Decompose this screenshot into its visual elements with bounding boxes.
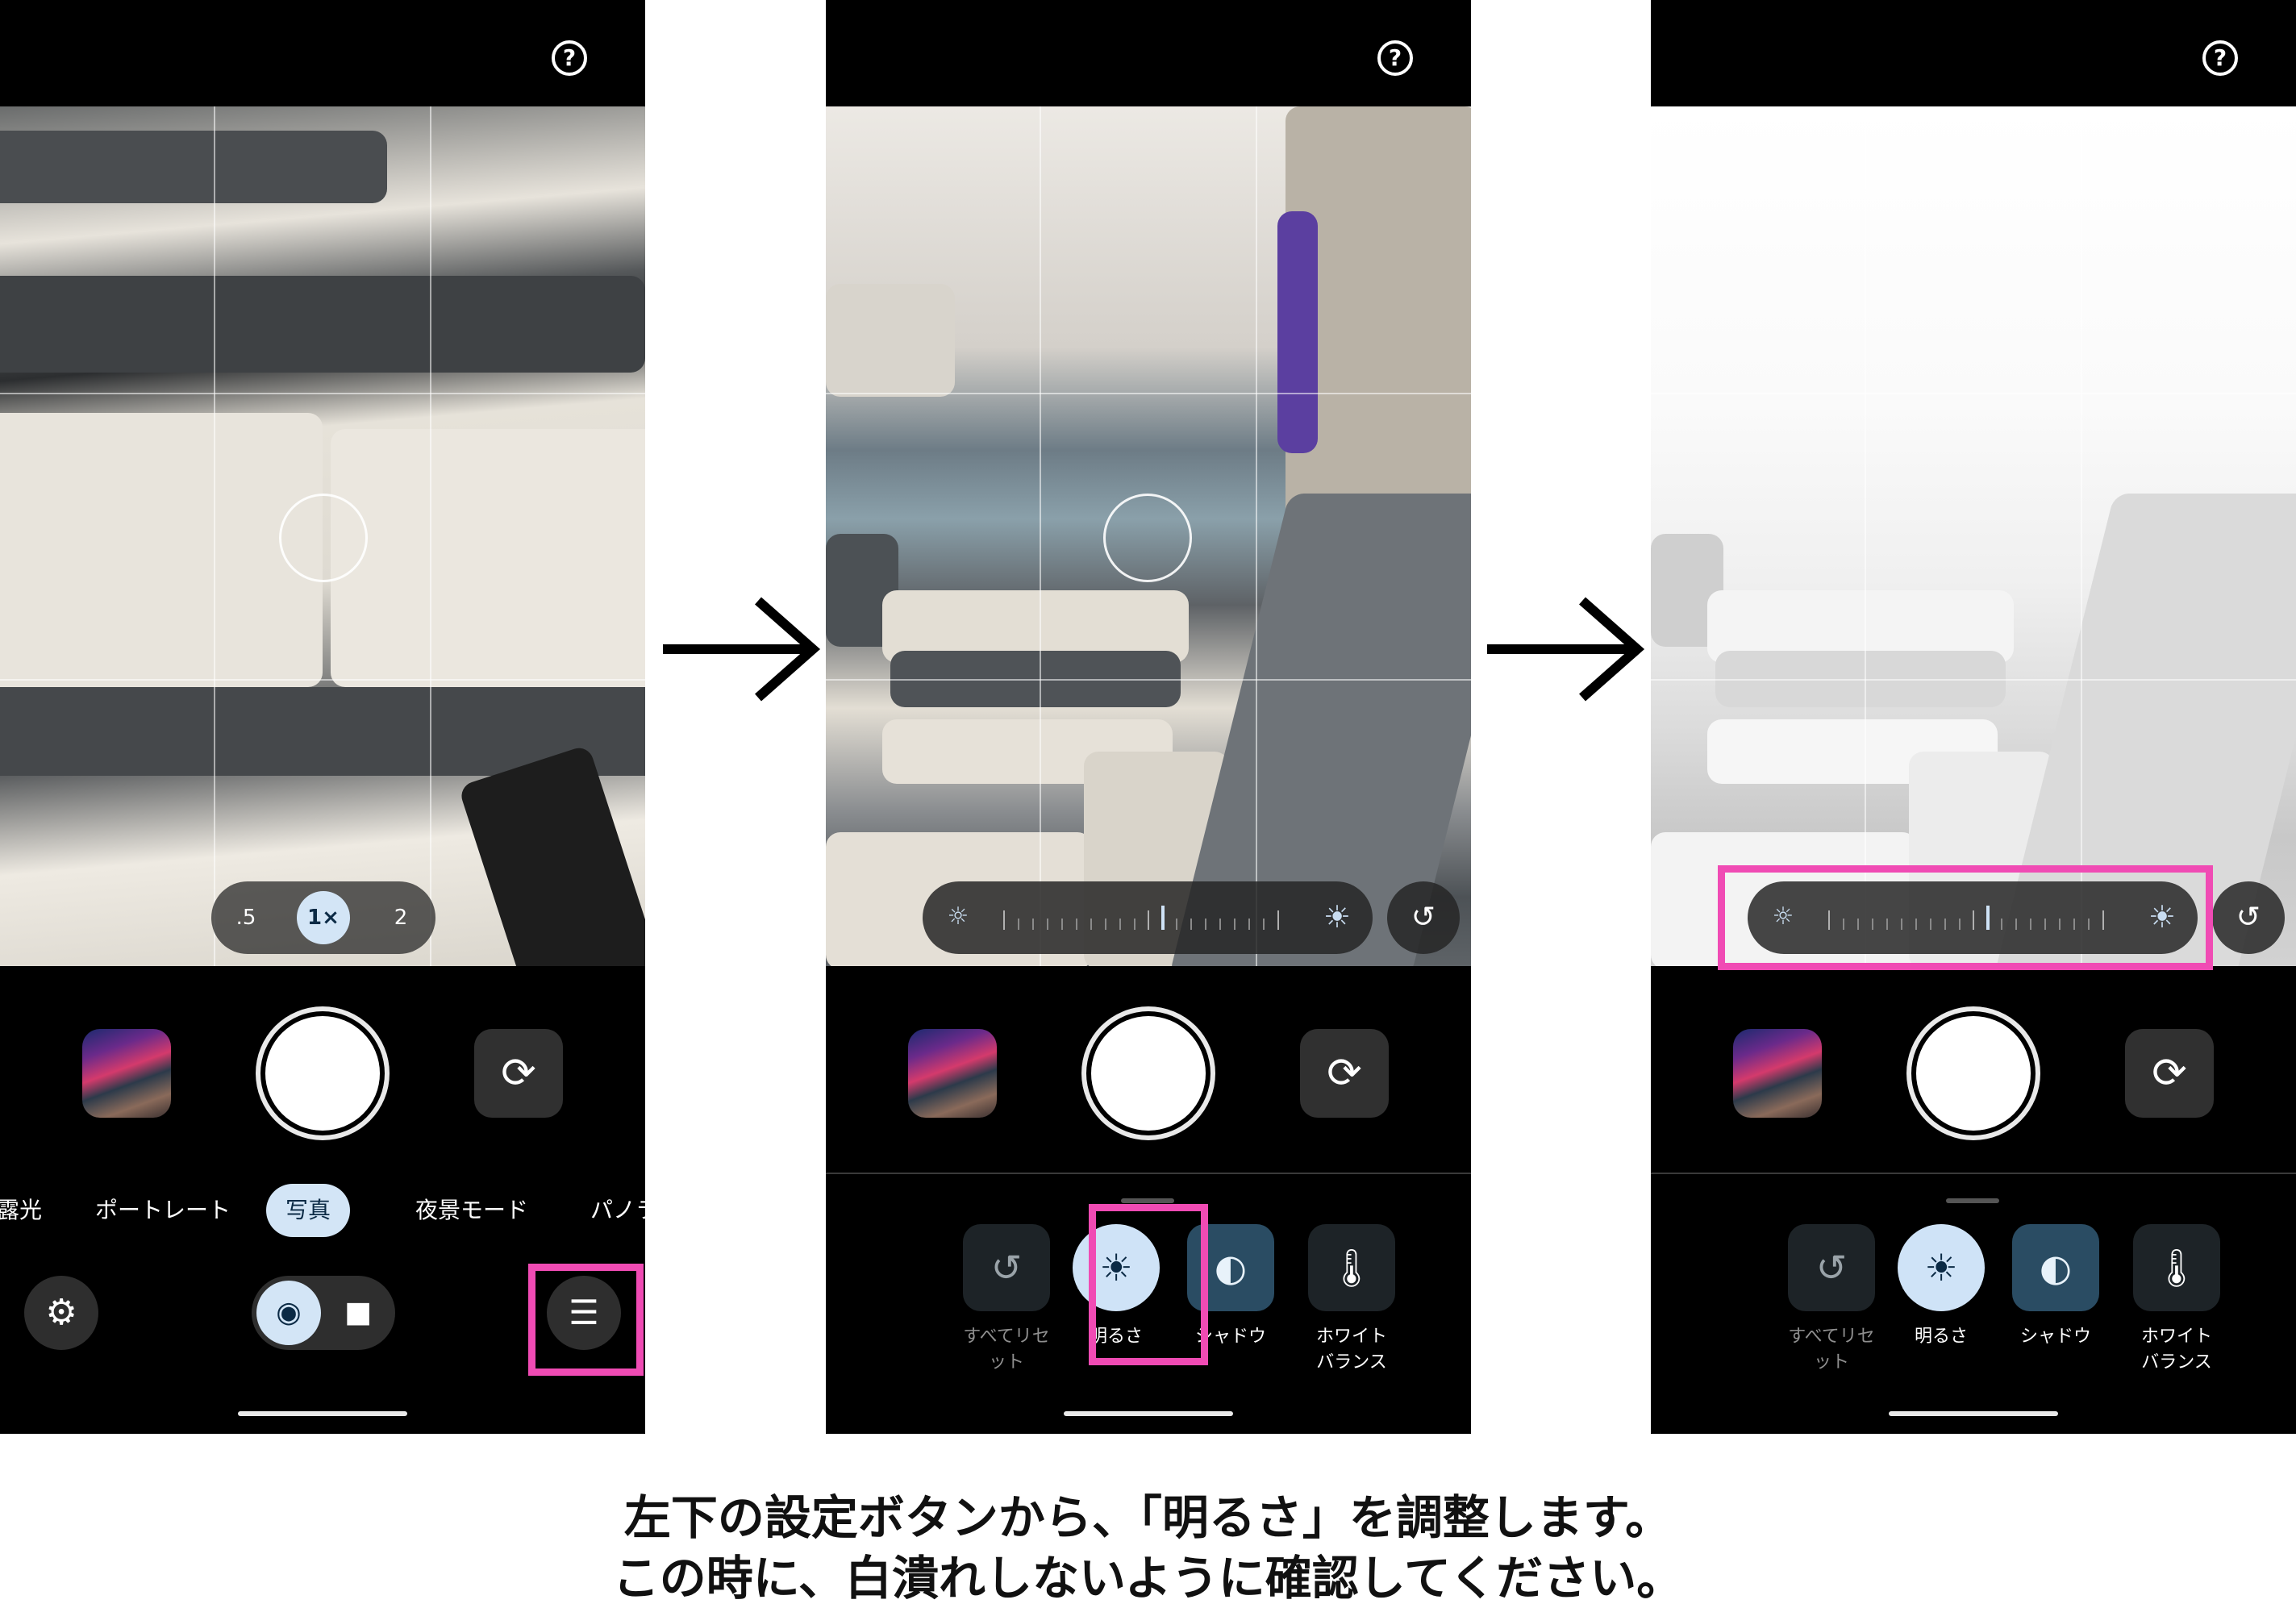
mode-photo[interactable]: 写真	[266, 1184, 351, 1237]
seat-cushion	[0, 131, 387, 203]
panel-divider	[826, 1173, 1471, 1174]
slider-ticks	[1003, 899, 1292, 936]
grid-line	[1651, 679, 2296, 681]
seat-cushion	[0, 413, 323, 687]
adjust-white-balance[interactable]: 🌡 ホワイト バランス	[2127, 1224, 2227, 1376]
viewfinder[interactable]	[826, 106, 1471, 966]
grid-line	[826, 393, 1471, 394]
mode-portrait[interactable]: ポートレート	[95, 1184, 231, 1237]
brightness-high-icon: ☀	[1323, 899, 1352, 935]
camera-icon[interactable]: ◉	[256, 1281, 321, 1345]
home-indicator	[1064, 1411, 1233, 1416]
shutter-inner	[1916, 1016, 2031, 1131]
shutter-button[interactable]	[256, 1006, 390, 1140]
reset-icon: ↺	[1788, 1224, 1875, 1311]
focus-ring	[1103, 494, 1192, 582]
banner	[1277, 211, 1318, 453]
grid-line	[214, 106, 215, 966]
photo-video-toggle: ◉ ■	[252, 1276, 395, 1350]
adjust-reset-all[interactable]: ↺ すべてリセット	[1781, 1224, 1881, 1376]
focus-ring	[279, 494, 368, 582]
help-icon[interactable]: ?	[1377, 40, 1413, 76]
flip-camera-icon[interactable]: ⟳	[2125, 1029, 2214, 1118]
adjust-brightness[interactable]: ☀ 明るさ	[1891, 1224, 1991, 1350]
grid-line	[1651, 393, 2296, 394]
video-icon[interactable]: ■	[326, 1281, 390, 1345]
grid-line	[1865, 106, 1866, 966]
highlight-brightness-button	[1089, 1204, 1208, 1365]
viewfinder[interactable]	[1651, 106, 2296, 966]
reset-icon[interactable]: ↺	[2212, 881, 2285, 954]
grid-line	[430, 106, 431, 966]
reset-icon: ↺	[963, 1224, 1050, 1311]
adjust-shadow[interactable]: ◐ シャドウ	[2006, 1224, 2106, 1350]
camera-screen-1: ? .5 1× 2 ⟳ 露光 ポートレート 写真 夜景モード パノラ ⚙	[0, 0, 645, 1434]
flip-camera-icon[interactable]: ⟳	[1300, 1029, 1389, 1118]
shutter-button[interactable]	[1906, 1006, 2040, 1140]
grid-line	[1256, 106, 1257, 966]
thermometer-icon: 🌡	[1308, 1224, 1395, 1311]
highlight-adjust-button	[528, 1264, 644, 1376]
home-indicator	[1889, 1411, 2058, 1416]
adjust-white-balance[interactable]: 🌡 ホワイト バランス	[1302, 1224, 1402, 1376]
grid-line	[826, 679, 1471, 681]
adjust-label: すべてリセット	[1788, 1327, 1875, 1373]
brightness-sun-icon: ☀	[1898, 1224, 1985, 1311]
mode-panorama[interactable]: パノラ	[590, 1184, 645, 1237]
adjust-label: ホワイト バランス	[2140, 1327, 2212, 1373]
seat-cushion	[0, 276, 645, 373]
flash-unit	[457, 744, 645, 966]
arrow-right-icon	[1487, 597, 1645, 702]
viewfinder[interactable]	[0, 106, 645, 966]
brightness-low-icon: ☼	[947, 902, 969, 931]
zoom-1x-button[interactable]: 1×	[297, 891, 350, 944]
adjust-label: 明るさ	[1914, 1327, 1968, 1347]
drag-handle[interactable]	[1121, 1198, 1174, 1203]
gallery-thumbnail[interactable]	[82, 1029, 171, 1118]
caption-line-1: 左下の設定ボタンから、「明るさ」を調整します。	[623, 1490, 1673, 1545]
mode-exposure[interactable]: 露光	[0, 1184, 42, 1237]
contrast-moon-icon: ◐	[2012, 1224, 2099, 1311]
drag-handle[interactable]	[1946, 1198, 1999, 1203]
gallery-thumbnail[interactable]	[908, 1029, 997, 1118]
adjust-label: ホワイト バランス	[1315, 1327, 1387, 1373]
grid-line	[1040, 106, 1041, 966]
thermometer-icon: 🌡	[2133, 1224, 2220, 1311]
help-icon[interactable]: ?	[2202, 40, 2238, 76]
home-indicator	[238, 1411, 407, 1416]
flip-camera-icon[interactable]: ⟳	[474, 1029, 563, 1118]
shutter-inner	[265, 1016, 380, 1131]
zoom-0-5-button[interactable]: .5	[219, 891, 273, 944]
camera-settings-gear-icon[interactable]: ⚙	[24, 1276, 98, 1350]
camera-screen-3: ? ☼ ☀ ↺ ⟳ ↺ すべてリセット ☀ 明るさ ◐ シャドウ 🌡 ホワイト …	[1651, 0, 2296, 1434]
camera-controls: ⟳ ↺ すべてリセット ☀ 明るさ ◐ シャドウ 🌡 ホワイト バランス	[1651, 966, 2296, 1434]
adjust-reset-all[interactable]: ↺ すべてリセット	[956, 1224, 1056, 1376]
mode-selector: 露光 ポートレート 写真 夜景モード パノラ	[0, 1184, 645, 1237]
adjust-label: すべてリセット	[963, 1327, 1050, 1373]
mode-night[interactable]: 夜景モード	[415, 1184, 528, 1237]
brightness-slider[interactable]: ☼ ☀	[923, 881, 1373, 954]
adjust-label: シャドウ	[2019, 1327, 2091, 1347]
panel-divider	[1651, 1173, 2296, 1174]
zoom-selector: .5 1× 2	[211, 881, 435, 954]
seat-cushion	[331, 429, 645, 687]
reset-icon[interactable]: ↺	[1387, 881, 1460, 954]
gallery-thumbnail[interactable]	[1733, 1029, 1822, 1118]
building	[826, 284, 955, 397]
shutter-button[interactable]	[1081, 1006, 1215, 1140]
grid-line	[2081, 106, 2082, 966]
highlight-brightness-slider	[1718, 865, 2213, 970]
help-icon[interactable]: ?	[552, 40, 587, 76]
grid-line	[0, 393, 645, 394]
arrow-right-icon	[663, 597, 821, 702]
zoom-2x-button[interactable]: 2	[374, 891, 427, 944]
grid-line	[0, 679, 645, 681]
caption-line-2: この時に、白潰れしないように確認してください。	[612, 1551, 1684, 1606]
shutter-inner	[1091, 1016, 1206, 1131]
